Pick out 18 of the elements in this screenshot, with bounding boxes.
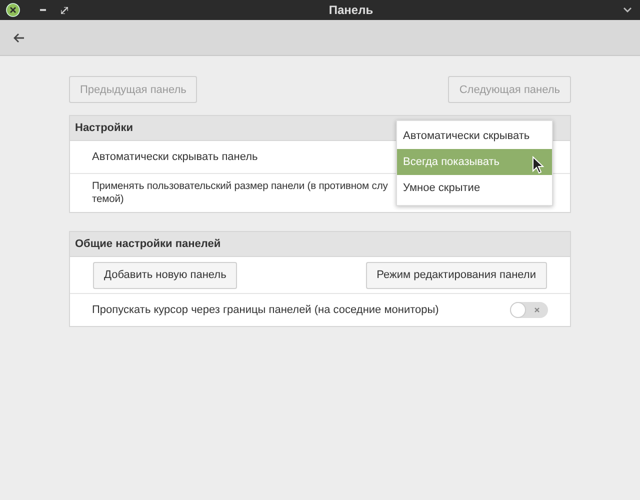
close-icon (534, 307, 540, 313)
back-arrow-icon[interactable] (13, 32, 25, 42)
section-title: Настройки (75, 122, 134, 134)
toggle-switch[interactable] (510, 302, 548, 318)
setting-label: Применять пользовательский размер панели (в противном слу темой) (92, 180, 388, 206)
panel-action-button[interactable]: Добавить новую панель (93, 262, 238, 288)
menu-item[interactable]: Умное скрытие (397, 175, 552, 201)
close-icon[interactable] (6, 3, 20, 17)
section-title: Общие настройки панелей (75, 238, 221, 250)
maximize-icon[interactable] (61, 6, 68, 14)
chevron-down-icon[interactable] (623, 7, 632, 13)
window-title: Панель (328, 3, 374, 17)
setting-label: Пропускать курсор через границы панелей (на соседние мониторы) (92, 304, 439, 316)
mouse-pointer-icon (532, 156, 544, 174)
setting-label: Автоматически скрывать панель (92, 151, 258, 163)
minimize-icon[interactable] (40, 8, 46, 12)
menu-item[interactable]: Автоматически скрывать (397, 123, 552, 149)
panel-action-button[interactable]: Режим редактирования панели (366, 262, 547, 288)
